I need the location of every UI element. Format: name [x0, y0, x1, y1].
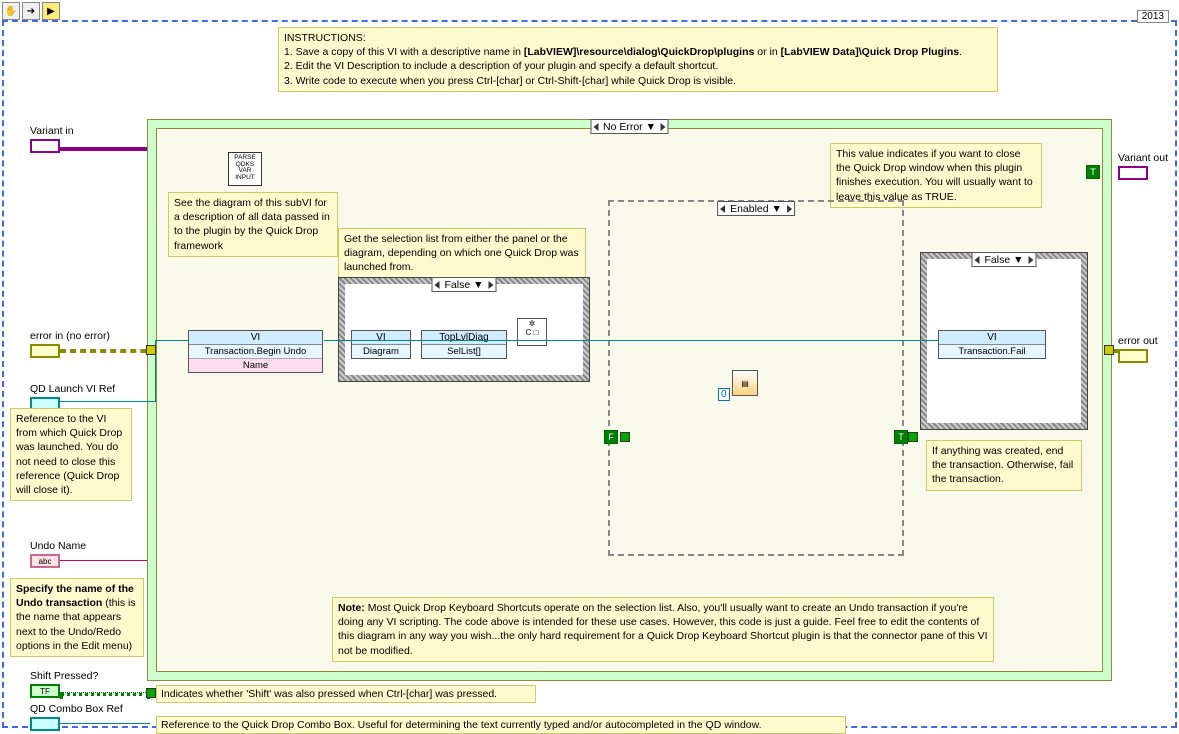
error-in-control: error in (no error): [30, 330, 110, 358]
combo-wire: [60, 723, 150, 724]
hand-tool-icon[interactable]: ✋: [2, 2, 20, 20]
true-constant-2: T: [894, 430, 908, 444]
no-error-case-selector[interactable]: No Error ▼: [590, 119, 669, 134]
undo-name-control: Undo Name abc: [30, 540, 86, 568]
parse-qdks-subvi-icon[interactable]: PARSE QDKS VAR INPUT: [228, 152, 262, 186]
true-constant: T: [1086, 165, 1100, 179]
error-tunnel-in: [146, 345, 156, 355]
panel-diagram-case: False ▼ VI Diagram TopLvlDiag SelList[] …: [338, 277, 590, 382]
run-tool-icon[interactable]: ▶: [42, 2, 60, 20]
toolbar: ✋ ➔ ▶: [2, 2, 60, 20]
arrow-tool-icon[interactable]: ➔: [22, 2, 40, 20]
shift-wire: [60, 692, 150, 696]
launch-ref-comment: Reference to the VI from which Quick Dro…: [10, 408, 132, 501]
false-constant: F: [604, 430, 618, 444]
for-loop-icon: ✲C □: [517, 318, 547, 346]
error-out-terminal: [1118, 349, 1148, 363]
bool-tunnel: [146, 688, 156, 698]
qd-combo-ref-terminal: [30, 717, 60, 731]
shift-pressed-terminal: TF: [30, 684, 60, 698]
transaction-fail-node[interactable]: VI Transaction.Fail: [938, 330, 1046, 359]
false-case-selector-2[interactable]: False ▼: [972, 252, 1037, 267]
selection-list-comment: Get the selection list from either the p…: [338, 228, 586, 279]
ref-wire-main: [324, 340, 939, 341]
variant-in-terminal: [30, 139, 60, 153]
ref-wire-3: [155, 340, 188, 341]
error-tunnel-out: [1104, 345, 1114, 355]
error-out-indicator: error out: [1118, 335, 1158, 363]
fail-comment: If anything was created, end the transac…: [926, 440, 1082, 491]
tunnel-2: [908, 432, 918, 442]
combo-comment: Reference to the Quick Drop Combo Box. U…: [156, 716, 846, 734]
vi-diagram-prop-node[interactable]: VI Diagram: [351, 330, 411, 359]
shift-comment: Indicates whether 'Shift' was also press…: [156, 685, 536, 703]
instructions-comment: INSTRUCTIONS: 1. Save a copy of this VI …: [278, 27, 998, 92]
false-case-selector-1[interactable]: False ▼: [432, 277, 497, 292]
sub-vi-icon[interactable]: ▤: [732, 370, 758, 396]
qd-combo-ref-control: QD Combo Box Ref: [30, 703, 123, 731]
variant-out-indicator: Variant out: [1118, 152, 1168, 180]
parse-subvi-comment: See the diagram of this subVI for a desc…: [168, 192, 338, 257]
error-in-terminal: [30, 344, 60, 358]
qd-launch-ref-control: QD Launch VI Ref: [30, 383, 115, 411]
toplvldiag-sellist-node[interactable]: TopLvlDiag SelList[]: [421, 330, 507, 359]
ref-wire-1: [60, 401, 155, 402]
undo-name-terminal: abc: [30, 554, 60, 568]
instructions-heading: INSTRUCTIONS:: [284, 32, 366, 44]
year-label: 2013: [1137, 10, 1169, 23]
transaction-begin-undo-node[interactable]: VI Transaction.Begin Undo Name: [188, 330, 323, 373]
tunnel-1: [620, 432, 630, 442]
bottom-note-comment: Note: Most Quick Drop Keyboard Shortcuts…: [332, 597, 994, 662]
close-window-comment: This value indicates if you want to clos…: [830, 143, 1042, 208]
enabled-selector[interactable]: Enabled ▼: [717, 201, 795, 216]
undo-name-comment: Specify the name of the Undo transaction…: [10, 578, 144, 657]
variant-out-terminal: [1118, 166, 1148, 180]
zero-constant: 0: [718, 388, 730, 401]
